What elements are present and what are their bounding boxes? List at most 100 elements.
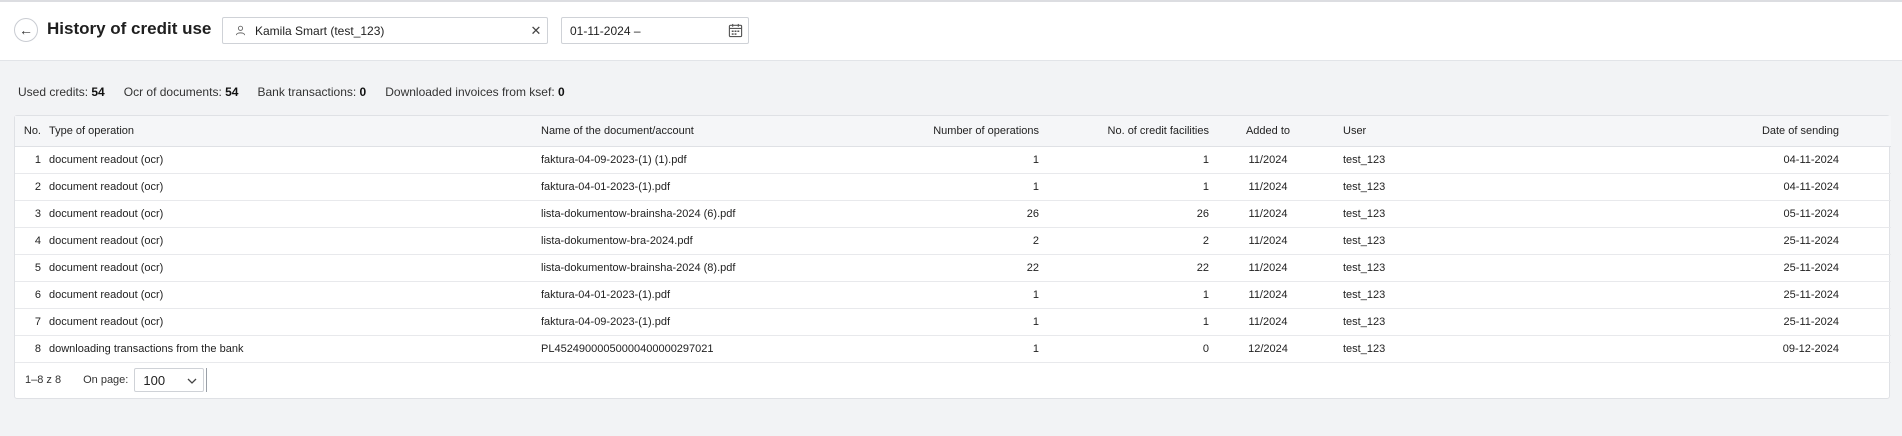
- page-size-select-edge: [206, 368, 208, 392]
- column-header-operations[interactable]: Number of operations: [833, 116, 1043, 147]
- row-added-to: 11/2024: [1248, 288, 1288, 301]
- row-added-to: 11/2024: [1248, 153, 1288, 166]
- row-type: document readout (ocr): [49, 288, 164, 301]
- table-row[interactable]: 4 document readout (ocr) lista-dokumentow-…: [15, 227, 1891, 254]
- row-no: 4: [34, 234, 41, 247]
- pagination: 1–8 z 8 On page: 100: [15, 362, 1889, 398]
- row-user: test_123: [1343, 180, 1386, 193]
- row-type: document readout (ocr): [49, 207, 164, 220]
- row-type: document readout (ocr): [49, 261, 164, 274]
- column-header-name[interactable]: Name of the document/account: [537, 116, 833, 147]
- column-header-user[interactable]: User: [1323, 116, 1613, 147]
- row-credit-facilities: 22: [1196, 261, 1209, 274]
- table-header-row: No. Type of operation Name of the docume…: [15, 116, 1891, 147]
- row-user: test_123: [1343, 153, 1386, 166]
- row-name: lista-dokumentow-bra-2024.pdf: [541, 234, 693, 247]
- row-added-to: 11/2024: [1248, 261, 1288, 274]
- table-row[interactable]: 7 document readout (ocr) faktura-04-09-202…: [15, 308, 1891, 335]
- row-user: test_123: [1343, 342, 1386, 355]
- row-credit-facilities: 1: [1202, 288, 1209, 301]
- row-date: 25-11-2024: [1783, 234, 1839, 247]
- date-range-input[interactable]: 01-11-2024 –: [561, 17, 749, 44]
- table-row[interactable]: 3 document readout (ocr) lista-dokumentow-…: [15, 200, 1891, 227]
- row-date: 05-11-2024: [1783, 207, 1839, 220]
- column-header-credit-facilities[interactable]: No. of credit facilities: [1043, 116, 1213, 147]
- row-date: 04-11-2024: [1783, 153, 1839, 166]
- table-row[interactable]: 6 document readout (ocr) faktura-04-01-202…: [15, 281, 1891, 308]
- row-type: downloading transactions from the bank: [49, 342, 244, 355]
- row-operations: 1: [1032, 342, 1039, 355]
- row-credit-facilities: 26: [1196, 207, 1209, 220]
- table-row[interactable]: 1 document readout (ocr) faktura-04-09-202…: [15, 146, 1891, 173]
- table-row[interactable]: 2 document readout (ocr) faktura-04-01-202…: [15, 173, 1891, 200]
- summary-ocr: Ocr of documents: 54: [123, 85, 239, 99]
- chevron-down-icon: [187, 373, 197, 388]
- date-range-value: 01-11-2024 –: [570, 23, 641, 38]
- row-no: 6: [34, 288, 41, 301]
- column-header-no[interactable]: No.: [15, 116, 45, 147]
- row-user: test_123: [1343, 315, 1386, 328]
- row-credit-facilities: 1: [1202, 315, 1209, 328]
- row-name: PL45249000050000400000297021: [541, 342, 714, 355]
- row-added-to: 11/2024: [1248, 234, 1288, 247]
- user-icon: [233, 25, 247, 36]
- row-type: document readout (ocr): [49, 234, 164, 247]
- summary-ksef: Downloaded invoices from ksef: 0: [385, 85, 565, 99]
- row-operations: 1: [1032, 153, 1039, 166]
- row-added-to: 11/2024: [1248, 315, 1288, 328]
- user-filter-value: Kamila Smart (test_123): [255, 23, 385, 38]
- row-user: test_123: [1343, 234, 1386, 247]
- credit-summary: Used credits: 54 Ocr of documents: 54 Ba…: [18, 85, 584, 99]
- row-operations: 1: [1032, 180, 1039, 193]
- row-operations: 22: [1026, 261, 1039, 274]
- row-no: 8: [34, 342, 41, 355]
- row-date: 09-12-2024: [1782, 342, 1839, 355]
- credit-history-table: No. Type of operation Name of the docume…: [15, 116, 1891, 363]
- row-no: 5: [34, 261, 41, 274]
- row-credit-facilities: 1: [1202, 153, 1209, 166]
- row-name: faktura-04-01-2023-(1).pdf: [541, 288, 671, 301]
- row-name: lista-dokumentow-brainsha-2024 (8).pdf: [541, 261, 736, 274]
- summary-bank: Bank transactions: 0: [257, 85, 367, 99]
- page-size-label: On page:: [83, 374, 129, 386]
- row-type: document readout (ocr): [49, 180, 164, 193]
- column-header-type[interactable]: Type of operation: [45, 116, 537, 147]
- row-name: faktura-04-01-2023-(1).pdf: [541, 180, 671, 193]
- row-added-to: 11/2024: [1248, 207, 1288, 220]
- row-no: 3: [34, 207, 41, 220]
- row-credit-facilities: 2: [1202, 234, 1209, 247]
- row-operations: 1: [1032, 315, 1039, 328]
- row-credit-facilities: 1: [1202, 180, 1209, 193]
- row-type: document readout (ocr): [49, 153, 164, 166]
- column-header-added-to[interactable]: Added to: [1213, 116, 1323, 147]
- page-header: ← History of credit use Kamila Smart (te…: [0, 2, 1902, 61]
- row-added-to: 11/2024: [1248, 180, 1288, 193]
- column-header-date[interactable]: Date of sending: [1613, 116, 1891, 147]
- row-operations: 26: [1026, 207, 1039, 220]
- row-date: 04-11-2024: [1783, 180, 1839, 193]
- user-filter-select[interactable]: Kamila Smart (test_123) ✕: [222, 17, 548, 44]
- row-no: 1: [34, 153, 41, 166]
- row-name: faktura-04-09-2023-(1) (1).pdf: [541, 153, 687, 166]
- calendar-icon[interactable]: [722, 23, 748, 38]
- table-row[interactable]: 8 downloading transactions from the bank P…: [15, 335, 1891, 362]
- row-type: document readout (ocr): [49, 315, 164, 328]
- row-credit-facilities: 0: [1202, 342, 1209, 355]
- row-date: 25-11-2024: [1783, 315, 1839, 328]
- row-user: test_123: [1343, 207, 1386, 220]
- row-operations: 1: [1032, 288, 1039, 301]
- row-user: test_123: [1343, 288, 1386, 301]
- page-size-value: 100: [143, 372, 166, 388]
- page-size-select[interactable]: 100: [134, 368, 205, 392]
- table-row[interactable]: 5 document readout (ocr) lista-dokumentow-…: [15, 254, 1891, 281]
- page-title: History of credit use: [47, 19, 212, 38]
- row-user: test_123: [1343, 261, 1386, 274]
- back-button[interactable]: ←: [14, 18, 38, 42]
- close-icon[interactable]: ✕: [525, 23, 547, 39]
- credit-history-table-card: No. Type of operation Name of the docume…: [14, 115, 1891, 399]
- row-added-to: 12/2024: [1248, 342, 1288, 355]
- arrow-left-icon: ←: [19, 22, 33, 38]
- row-operations: 2: [1032, 234, 1039, 247]
- row-no: 7: [34, 315, 41, 328]
- summary-used-credits: Used credits: 54: [18, 85, 105, 99]
